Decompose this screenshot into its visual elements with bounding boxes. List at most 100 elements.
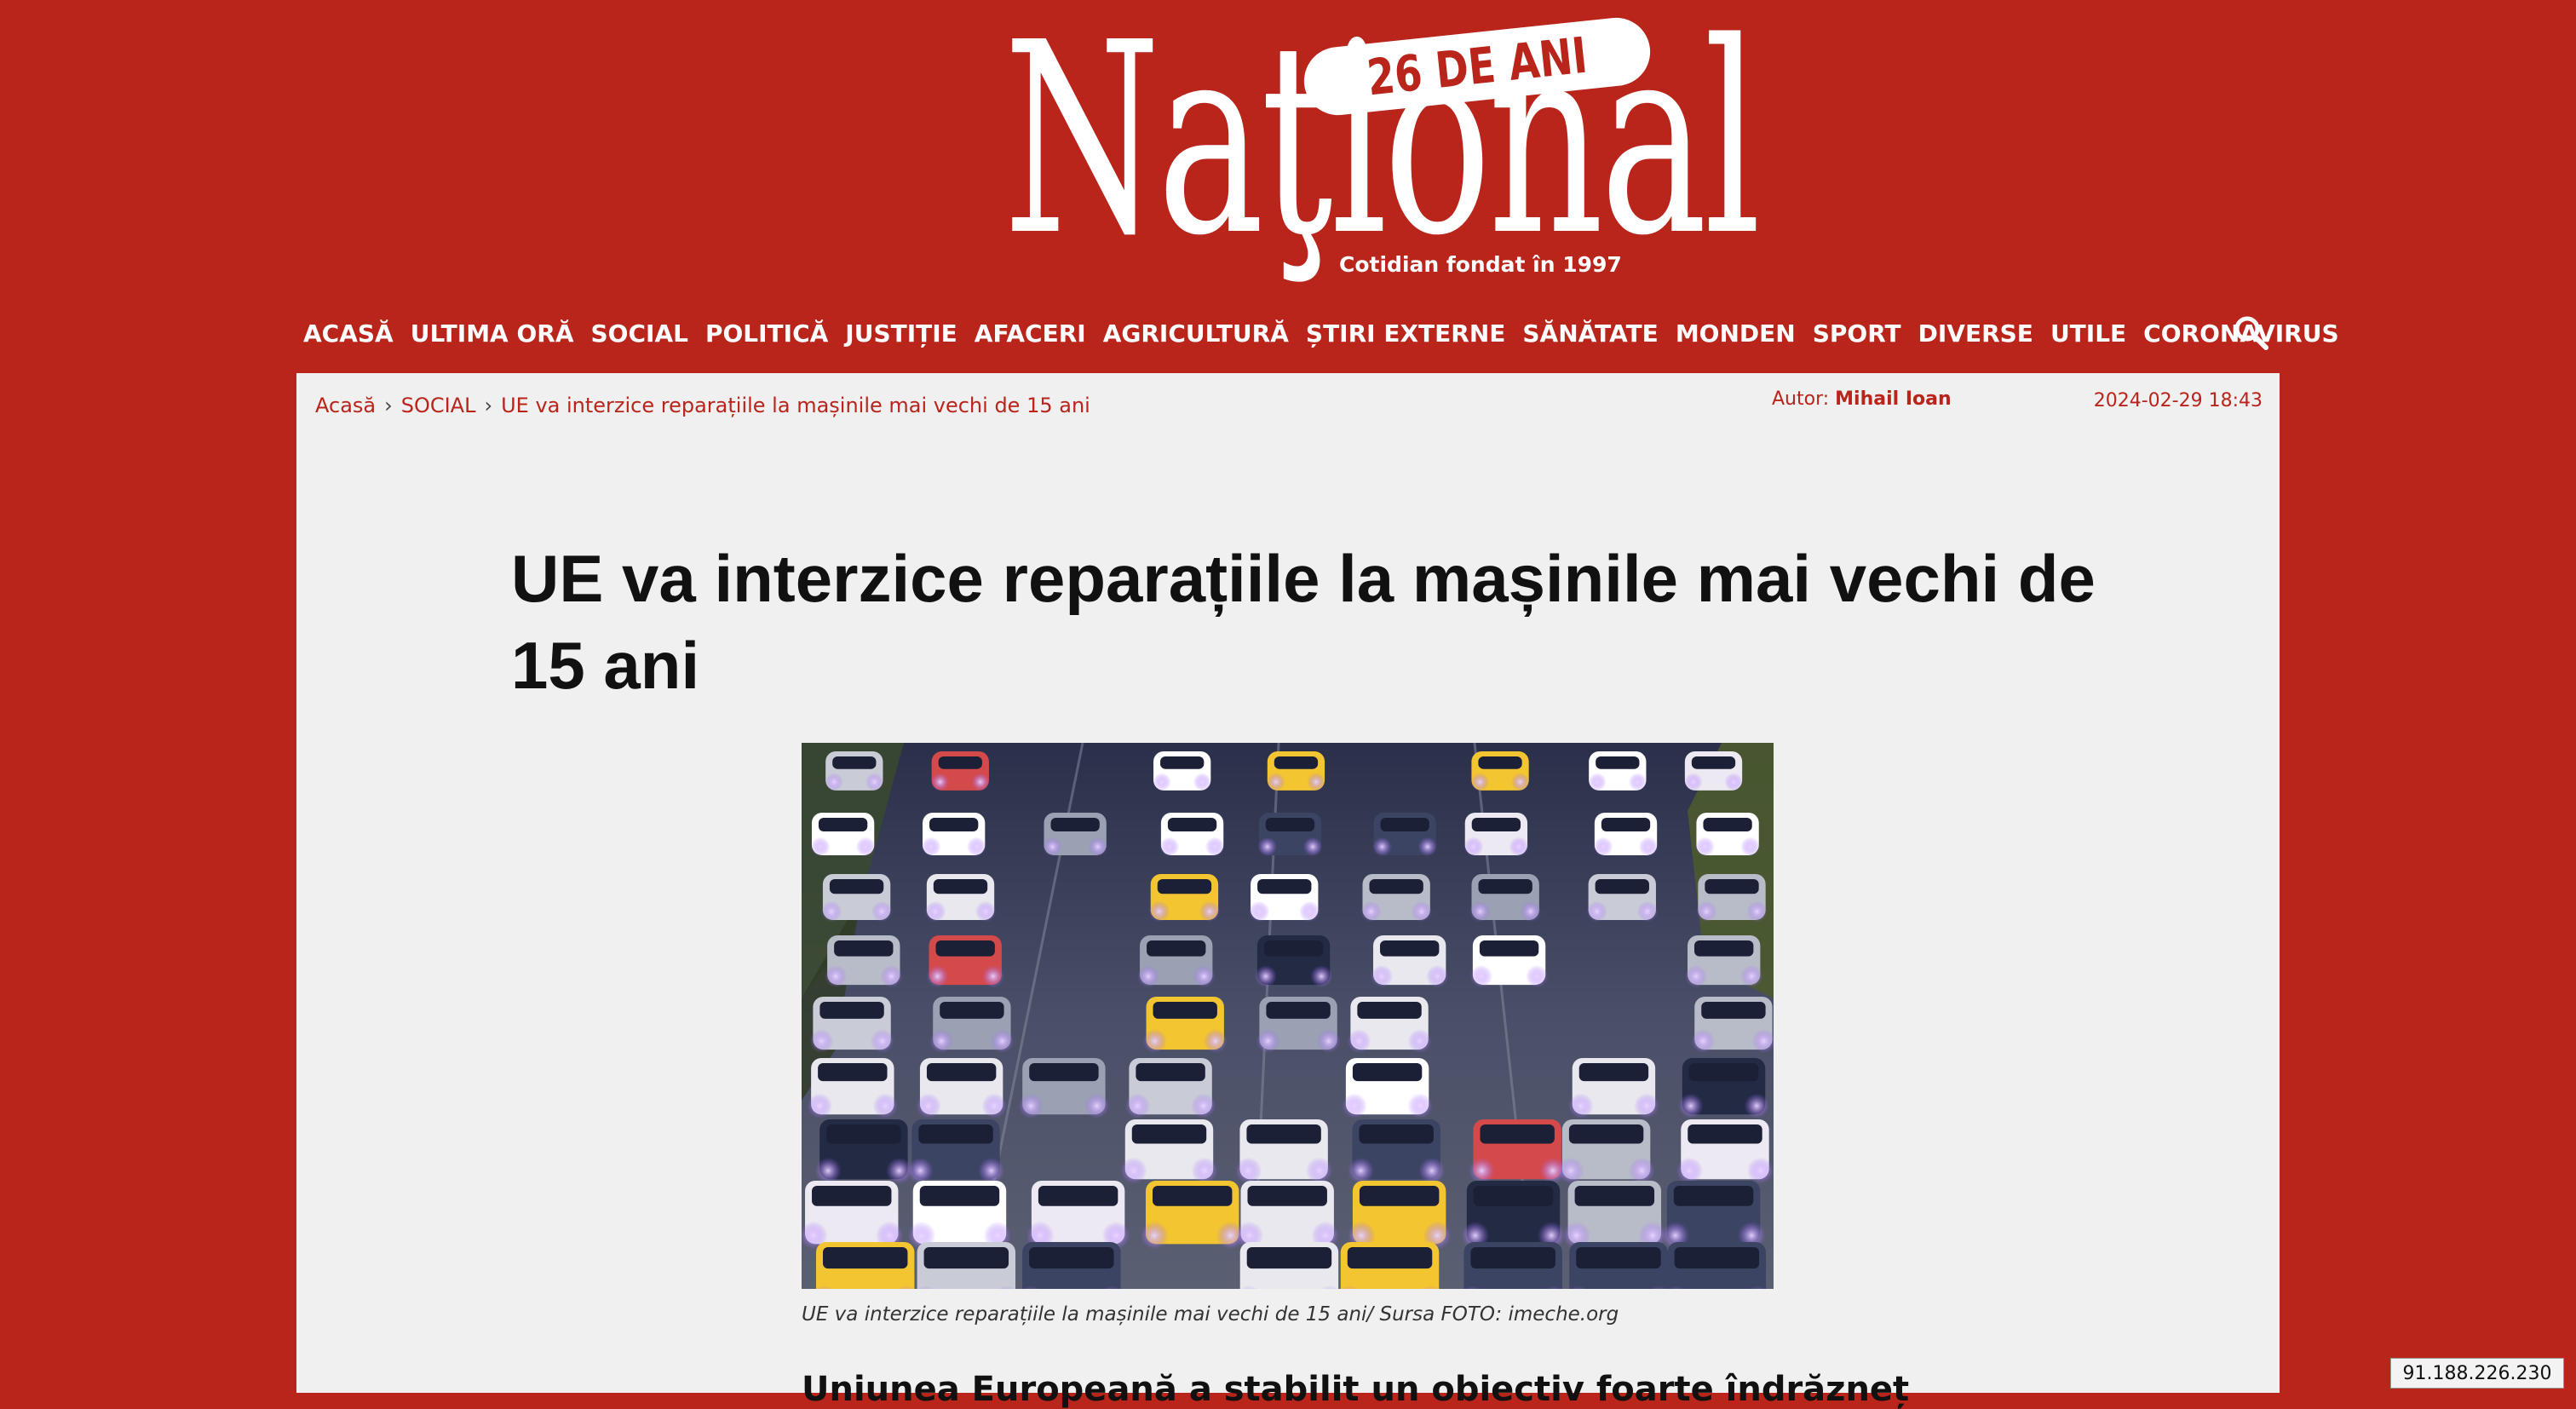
nav-item-stiri-externe[interactable]: ȘTIRI EXTERNE [1306, 319, 1505, 348]
traffic-photo [802, 743, 1774, 1289]
car-shape [1567, 1058, 1659, 1119]
nav-item-afaceri[interactable]: AFACERI [975, 319, 1086, 348]
breadcrumb-current-link[interactable]: UE va interzice reparațiile la mașinile … [501, 394, 1090, 417]
car-shape [1254, 935, 1333, 988]
nav-item-ultima-ora[interactable]: ULTIMA ORĂ [411, 319, 574, 348]
car-shape [1124, 1058, 1216, 1119]
car-shape [1684, 935, 1763, 988]
car-shape [1694, 813, 1761, 857]
car-shape [1239, 1242, 1340, 1289]
breadcrumb-home-link[interactable]: Acasă [315, 394, 376, 417]
car-shape [1234, 1119, 1333, 1184]
nav-item-utile[interactable]: UTILE [2050, 319, 2126, 348]
car-shape [1562, 1181, 1667, 1250]
car-shape [809, 997, 894, 1054]
article-datetime: 2024-02-29 18:43 [2093, 390, 2263, 411]
nav-list: ACASĂ ULTIMA ORĂ SOCIAL POLITICĂ JUSTIȚI… [296, 300, 2339, 366]
car-shape [916, 1242, 1017, 1289]
ip-address-badge: 91.188.226.230 [2390, 1358, 2564, 1389]
nav-item-politica[interactable]: POLITICĂ [705, 319, 828, 348]
car-shape [931, 751, 990, 791]
image-caption: UE va interzice reparațiile la mașinile … [802, 1303, 1619, 1326]
car-shape [1661, 1181, 1766, 1250]
car-shape [1676, 1119, 1774, 1184]
car-shape [1026, 1181, 1130, 1250]
article-title: UE va interzice reparațiile la mașinile … [511, 541, 2096, 703]
car-shape [926, 935, 1005, 988]
car-shape [921, 813, 986, 857]
author-label: Autor: [1772, 388, 1830, 410]
nav-item-social[interactable]: SOCIAL [591, 319, 688, 348]
car-shape [1235, 1181, 1340, 1250]
car-shape [814, 1119, 913, 1184]
car-shape [1248, 874, 1320, 923]
car-shape [1666, 1242, 1768, 1289]
car-shape [1557, 1119, 1655, 1184]
nav-item-agricultura[interactable]: AGRICULTURĂ [1103, 319, 1289, 348]
car-shape [820, 874, 893, 923]
car-shape [1342, 1058, 1434, 1119]
breadcrumb-separator: › [484, 394, 493, 417]
nav-item-diverse[interactable]: DIVERSE [1918, 319, 2033, 348]
car-shape [1469, 874, 1542, 923]
car-shape [1691, 997, 1774, 1054]
car-shape [1142, 997, 1228, 1054]
article-panel: Acasă › SOCIAL › UE va interzice reparaț… [296, 373, 2280, 1409]
car-shape [1018, 1058, 1110, 1119]
car-shape [1159, 813, 1225, 857]
car-shape [1463, 813, 1529, 857]
car-shape [1347, 1181, 1452, 1250]
nav-item-monden[interactable]: MONDEN [1676, 319, 1796, 348]
car-shape [1120, 1119, 1218, 1184]
car-shape [1360, 874, 1433, 923]
nav-item-acasa[interactable]: ACASĂ [303, 319, 394, 348]
breadcrumb-separator: › [384, 394, 393, 417]
car-shape [1347, 1119, 1446, 1184]
car-shape [907, 1181, 1012, 1250]
car-shape [1469, 935, 1549, 988]
car-shape [1021, 1242, 1122, 1289]
car-shape [1043, 813, 1108, 857]
nav-item-sanatate[interactable]: SĂNĂTATE [1522, 319, 1658, 348]
article-hero-image[interactable] [802, 743, 1774, 1289]
car-shape [1470, 751, 1530, 791]
main-nav: ACASĂ ULTIMA ORĂ SOCIAL POLITICĂ JUSTIȚI… [296, 300, 2339, 366]
search-icon [2234, 316, 2268, 350]
car-shape [929, 997, 1015, 1054]
car-shape [1136, 935, 1216, 988]
car-shape [1696, 874, 1768, 923]
car-shape [1267, 751, 1325, 791]
car-shape [906, 1119, 1005, 1184]
car-shape [1588, 751, 1647, 791]
article-lead: Uniunea Europeană a stabilit un obiectiv… [802, 1370, 1910, 1409]
car-shape [1370, 935, 1449, 988]
article-meta-bar: Acasă › SOCIAL › UE va interzice reparaț… [315, 388, 2263, 428]
site-logo[interactable]: Naţional 26 DE ANI Cotidian fondat în 19… [980, 0, 1761, 290]
car-shape [924, 874, 997, 923]
car-shape [1256, 997, 1341, 1054]
breadcrumb-category-link[interactable]: SOCIAL [401, 394, 476, 417]
car-shape [1372, 813, 1438, 857]
breadcrumb: Acasă › SOCIAL › UE va interzice reparaț… [315, 394, 1090, 417]
search-button[interactable] [2230, 312, 2273, 354]
car-shape [814, 1242, 916, 1289]
car-shape [1678, 1058, 1770, 1119]
car-shape [1153, 751, 1211, 791]
car-shape [1148, 874, 1221, 923]
car-shape [1140, 1181, 1245, 1250]
car-shape [807, 1058, 899, 1119]
author-name-link[interactable]: Mihail Ioan [1835, 388, 1952, 410]
car-shape [802, 1181, 904, 1250]
article-author: Autor: Mihail Ioan [1772, 388, 1952, 410]
car-shape [1463, 1242, 1563, 1289]
car-shape [810, 813, 876, 857]
car-shape [1684, 751, 1743, 791]
car-shape [825, 751, 884, 791]
car-shape [1461, 1181, 1566, 1250]
nav-item-justitie[interactable]: JUSTIȚIE [845, 319, 957, 348]
nav-item-sport[interactable]: SPORT [1813, 319, 1901, 348]
car-shape [1468, 1119, 1567, 1184]
car-shape [825, 935, 903, 988]
car-shape [1593, 813, 1659, 857]
car-shape [1347, 997, 1432, 1054]
